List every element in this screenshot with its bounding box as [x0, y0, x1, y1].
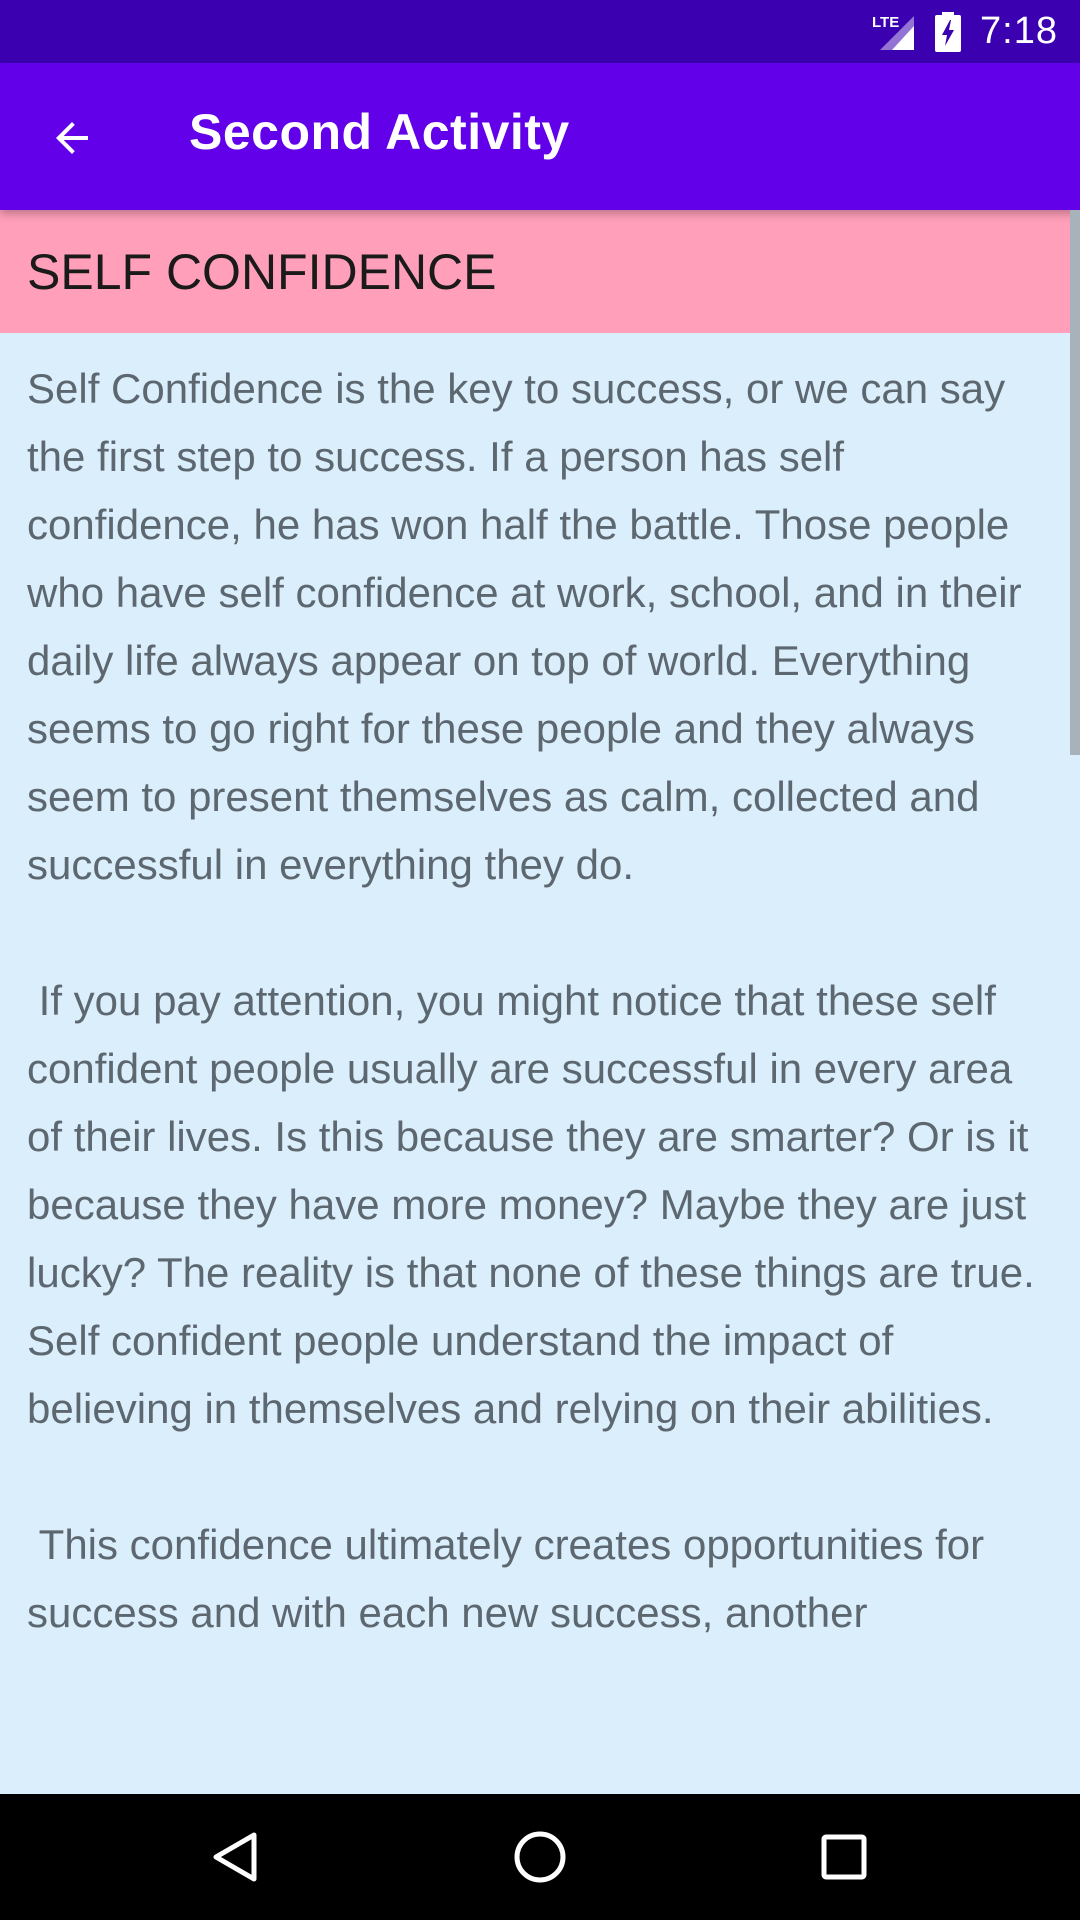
lte-label: LTE: [872, 14, 899, 31]
back-button[interactable]: [30, 96, 114, 180]
arrow-back-icon: [56, 122, 88, 154]
status-bar: LTE 7:18: [0, 0, 1080, 63]
paragraph-1: Self Confidence is the key to success, o…: [27, 365, 1034, 888]
status-time: 7:18: [980, 10, 1058, 52]
app-bar: Second Activity: [0, 63, 1080, 210]
nav-recents-square-icon: [821, 1834, 867, 1880]
paragraph-2: If you pay attention, you might notice t…: [27, 977, 1047, 1432]
screen: LTE 7:18 Second Activity SELF CONFIDENCE…: [0, 0, 1080, 1920]
paragraph-3: This confidence ultimately creates oppor…: [27, 1521, 996, 1636]
navigation-bar: [0, 1794, 1080, 1920]
nav-back-triangle-icon: [213, 1832, 257, 1882]
nav-home-button[interactable]: [500, 1817, 580, 1897]
lte-signal-icon: LTE: [872, 14, 915, 50]
battery-charging-icon: [935, 11, 962, 52]
heading-bar: SELF CONFIDENCE: [0, 210, 1080, 333]
article-heading: SELF CONFIDENCE: [27, 243, 497, 300]
nav-back-button[interactable]: [196, 1817, 276, 1897]
nav-home-circle-icon: [514, 1831, 566, 1883]
scrollbar[interactable]: [1070, 210, 1080, 755]
app-title: Second Activity: [189, 104, 570, 160]
article-body: Self Confidence is the key to success, o…: [0, 333, 1080, 1647]
scroll-content[interactable]: SELF CONFIDENCE Self Confidence is the k…: [0, 210, 1080, 1794]
nav-recents-button[interactable]: [804, 1817, 884, 1897]
status-icons: LTE 7:18: [872, 0, 1058, 63]
